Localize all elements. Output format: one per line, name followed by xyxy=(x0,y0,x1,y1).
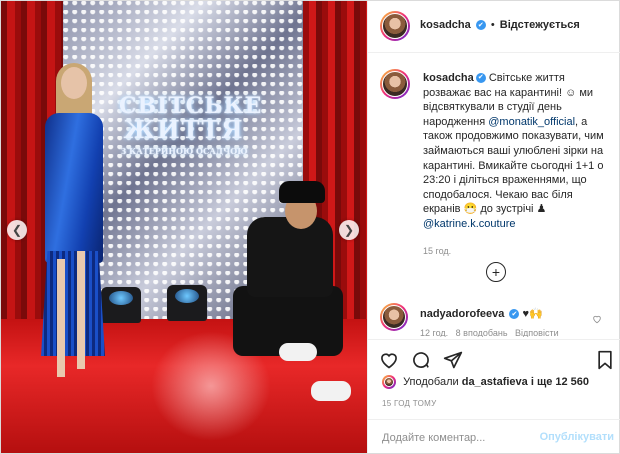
caption-avatar[interactable] xyxy=(380,69,410,99)
comment-input[interactable] xyxy=(382,430,542,446)
liker-avatar[interactable] xyxy=(382,375,396,389)
show-sign: СВІТСЬКЕ ЖИТТЯ З КАТЕРИНОЮ ОСАДЧОЮ xyxy=(119,93,261,156)
bookmark-icon[interactable] xyxy=(594,349,616,371)
chevron-right-icon[interactable]: ❯ xyxy=(339,220,359,240)
comment-line: nadyadorofeeva ✔ ♥🙌 xyxy=(420,307,543,320)
likes-count[interactable]: і ще 12 560 xyxy=(531,376,589,388)
likes-prefix: Уподобали xyxy=(403,375,459,388)
likes-summary: Уподобали da_astafieva і ще 12 560 xyxy=(382,375,589,389)
header-username[interactable]: kosadcha xyxy=(420,19,471,31)
verified-badge-icon: ✔ xyxy=(509,309,520,320)
comment-item: nadyadorofeeva ✔ ♥🙌 12 год. 8 вподобань … xyxy=(368,301,620,337)
chevron-left-icon[interactable]: ❮ xyxy=(7,220,27,240)
reply-button[interactable]: Відповісти xyxy=(515,328,559,337)
stage-light xyxy=(101,287,141,323)
comment-bubble-icon[interactable] xyxy=(410,349,432,371)
stage-light xyxy=(167,285,207,321)
avatar[interactable] xyxy=(380,11,410,41)
action-bar xyxy=(368,339,620,376)
liker-username[interactable]: da_astafieva xyxy=(462,376,528,388)
comment-username[interactable]: nadyadorofeeva xyxy=(420,308,504,320)
post-timestamp[interactable]: 15 ГОД ТОМУ xyxy=(382,399,437,408)
caption-text-2: , а також продовжимо показувати, чим зай… xyxy=(423,115,604,216)
man-shoe xyxy=(279,343,317,361)
instagram-post-modal: СВІТСЬКЕ ЖИТТЯ З КАТЕРИНОЮ ОСАДЧОЮ ❮ ❯ k… xyxy=(0,0,620,454)
mention-link[interactable]: @katrine.k.couture xyxy=(423,218,516,230)
woman-leg xyxy=(77,251,85,369)
post-header: kosadcha ✔ • Відстежується xyxy=(368,1,620,53)
sign-line-2: ЖИТТЯ xyxy=(123,115,245,144)
follow-status-button[interactable]: Відстежується xyxy=(500,19,580,31)
header-separator: • xyxy=(490,19,495,31)
mention-link[interactable]: @monatik_official xyxy=(488,116,575,128)
caption-username[interactable]: kosadcha xyxy=(423,72,474,84)
woman-blue-dress xyxy=(45,113,103,263)
man-hat xyxy=(279,181,325,203)
post-side-panel: kosadcha ✔ • Відстежується kosadcha ✔ Сві… xyxy=(367,1,620,453)
woman-leg xyxy=(57,259,65,377)
post-photo[interactable]: СВІТСЬКЕ ЖИТТЯ З КАТЕРИНОЮ ОСАДЧОЮ ❮ ❯ xyxy=(1,1,367,453)
add-comment-bar: Опублікувати xyxy=(368,419,620,454)
heart-icon[interactable] xyxy=(378,349,400,371)
man-jacket xyxy=(247,217,333,297)
caption-time[interactable]: 15 год. xyxy=(423,244,613,259)
paper-plane-icon[interactable] xyxy=(442,349,464,371)
post-caption: kosadcha ✔ Світське життя розважає вас на… xyxy=(423,71,613,258)
man-shoe xyxy=(311,381,351,401)
sign-line-3: З КАТЕРИНОЮ ОСАДЧОЮ xyxy=(120,146,248,156)
plus-circle-icon[interactable]: + xyxy=(486,262,506,282)
woman-fringe-skirt xyxy=(41,251,105,356)
woman-head xyxy=(61,67,87,99)
comment-meta: 12 год. 8 вподобань Відповісти xyxy=(420,328,559,337)
comment-text: ♥🙌 xyxy=(522,308,543,320)
header-line: kosadcha ✔ • Відстежується xyxy=(420,19,580,31)
comment-avatar[interactable] xyxy=(380,303,408,331)
comment-likes[interactable]: 8 вподобань xyxy=(456,328,508,337)
heart-icon[interactable] xyxy=(592,311,602,329)
publish-button[interactable]: Опублікувати xyxy=(540,431,614,443)
verified-badge-icon: ✔ xyxy=(475,20,486,31)
comment-time[interactable]: 12 год. xyxy=(420,328,448,337)
verified-badge-icon: ✔ xyxy=(475,73,486,84)
